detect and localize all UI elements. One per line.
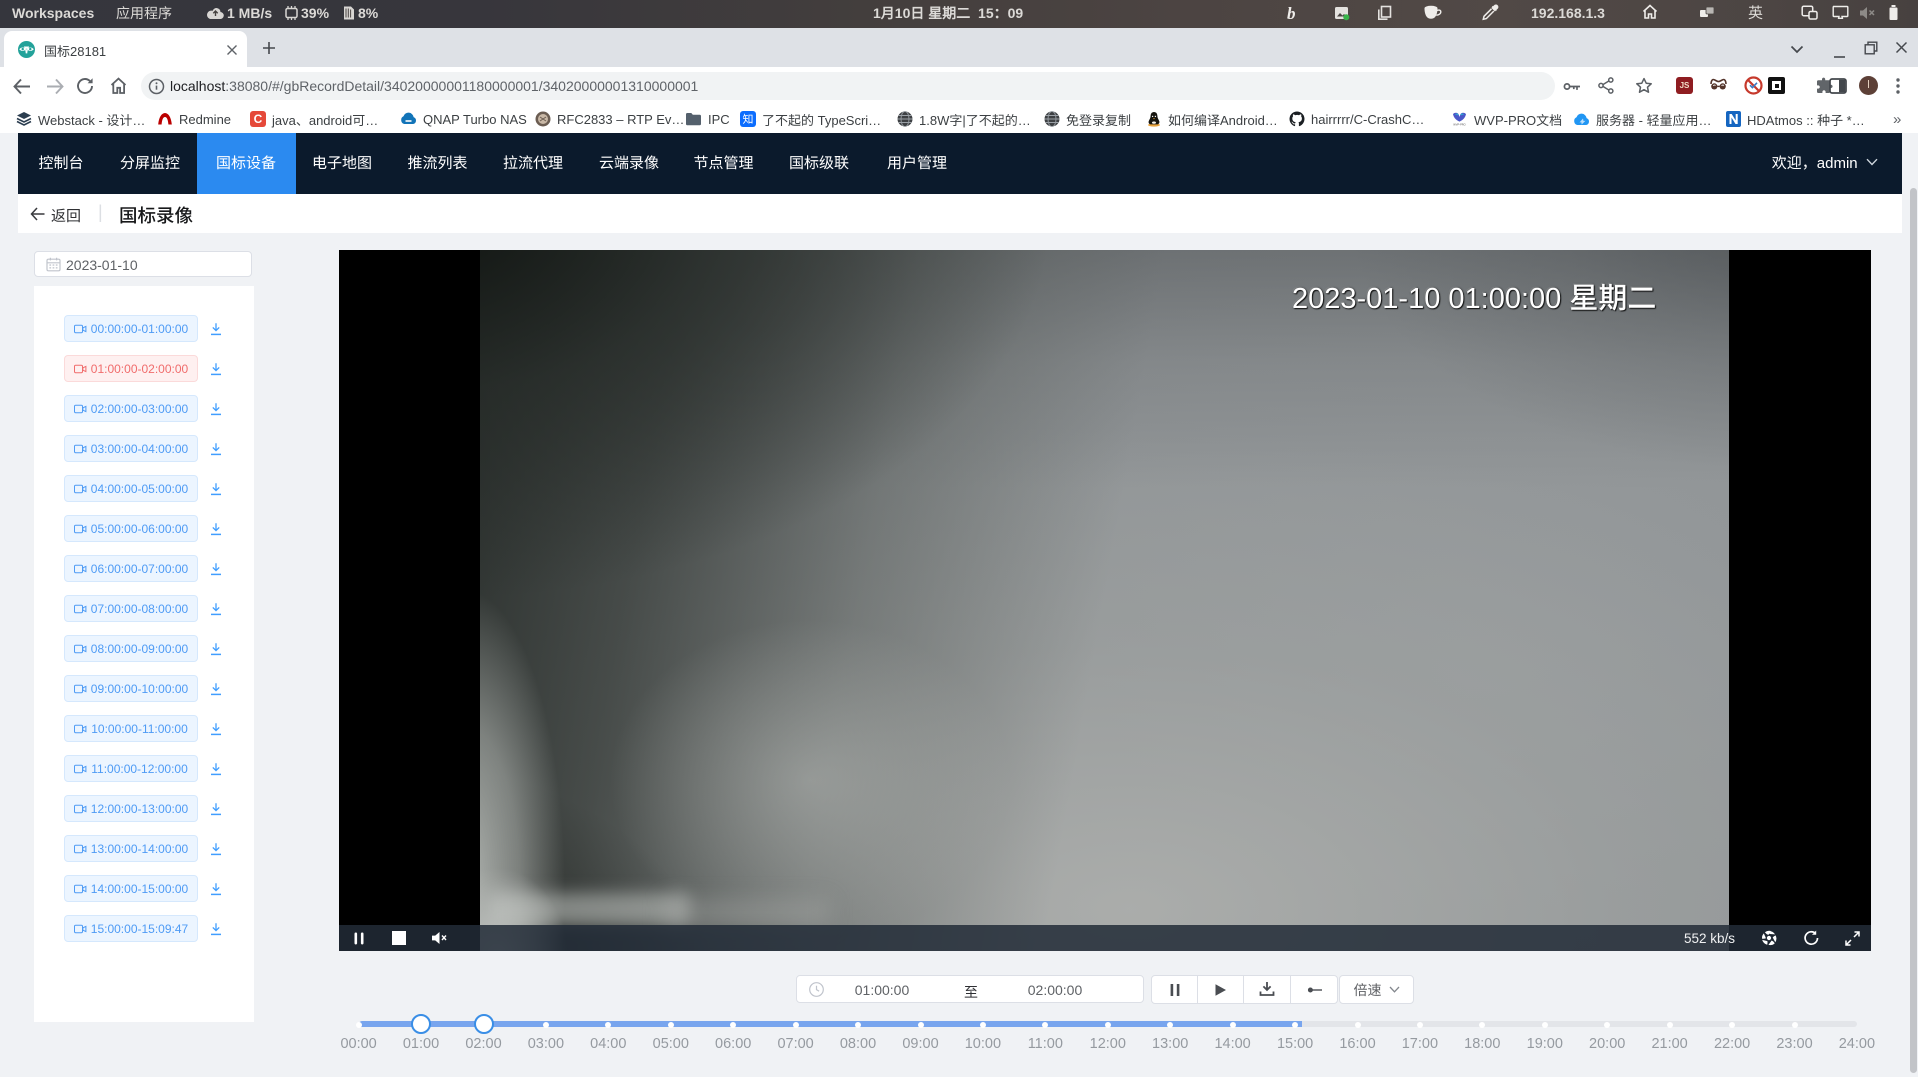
svg-text:WVP-PRO: WVP-PRO (1453, 123, 1465, 127)
